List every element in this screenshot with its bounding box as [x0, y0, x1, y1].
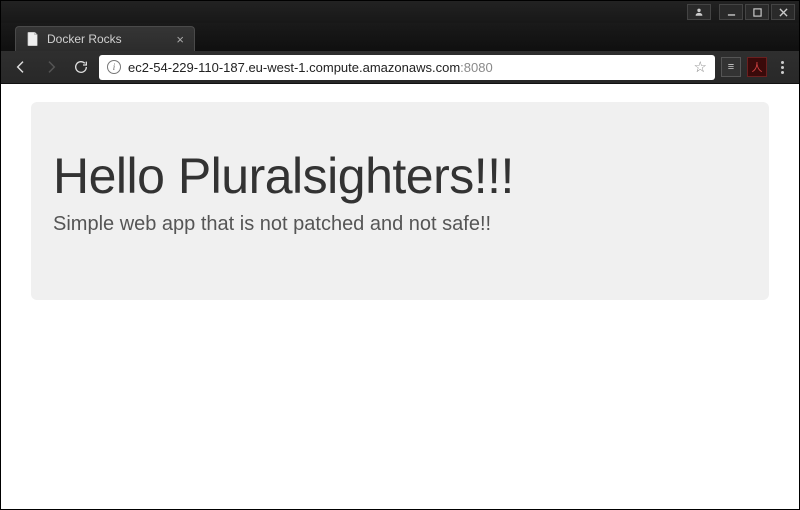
back-button[interactable]	[9, 55, 33, 79]
browser-toolbar: i ec2-54-229-110-187.eu-west-1.compute.a…	[1, 51, 799, 84]
reload-button[interactable]	[69, 55, 93, 79]
page-subheading: Simple web app that is not patched and n…	[53, 213, 747, 236]
url-host: ec2-54-229-110-187.eu-west-1.compute.ama…	[128, 60, 460, 75]
page-heading: Hello Pluralsighters!!!	[53, 147, 747, 205]
extension-icon-1[interactable]: ≡	[721, 57, 741, 77]
window-titlebar	[1, 1, 799, 23]
close-window-button[interactable]	[771, 4, 795, 20]
bookmark-star-icon[interactable]: ☆	[694, 58, 707, 76]
address-bar[interactable]: i ec2-54-229-110-187.eu-west-1.compute.a…	[99, 55, 715, 80]
browser-menu-button[interactable]	[773, 55, 791, 79]
page-favicon	[26, 32, 40, 46]
extension-icon-pdf[interactable]: 人	[747, 57, 767, 77]
user-icon[interactable]	[687, 4, 711, 20]
site-info-icon[interactable]: i	[107, 60, 121, 74]
tab-title: Docker Rocks	[47, 32, 168, 46]
forward-button[interactable]	[39, 55, 63, 79]
maximize-button[interactable]	[745, 4, 769, 20]
page-viewport: Hello Pluralsighters!!! Simple web app t…	[1, 84, 799, 509]
tab-strip: Docker Rocks ×	[1, 23, 799, 51]
close-tab-icon[interactable]: ×	[176, 32, 184, 47]
browser-tab[interactable]: Docker Rocks ×	[15, 26, 195, 51]
minimize-button[interactable]	[719, 4, 743, 20]
url-port: :8080	[460, 60, 493, 75]
url-text: ec2-54-229-110-187.eu-west-1.compute.ama…	[128, 60, 687, 75]
browser-window: Docker Rocks × i ec2-54-229-110-187.eu-w…	[0, 0, 800, 510]
jumbotron: Hello Pluralsighters!!! Simple web app t…	[31, 102, 769, 300]
